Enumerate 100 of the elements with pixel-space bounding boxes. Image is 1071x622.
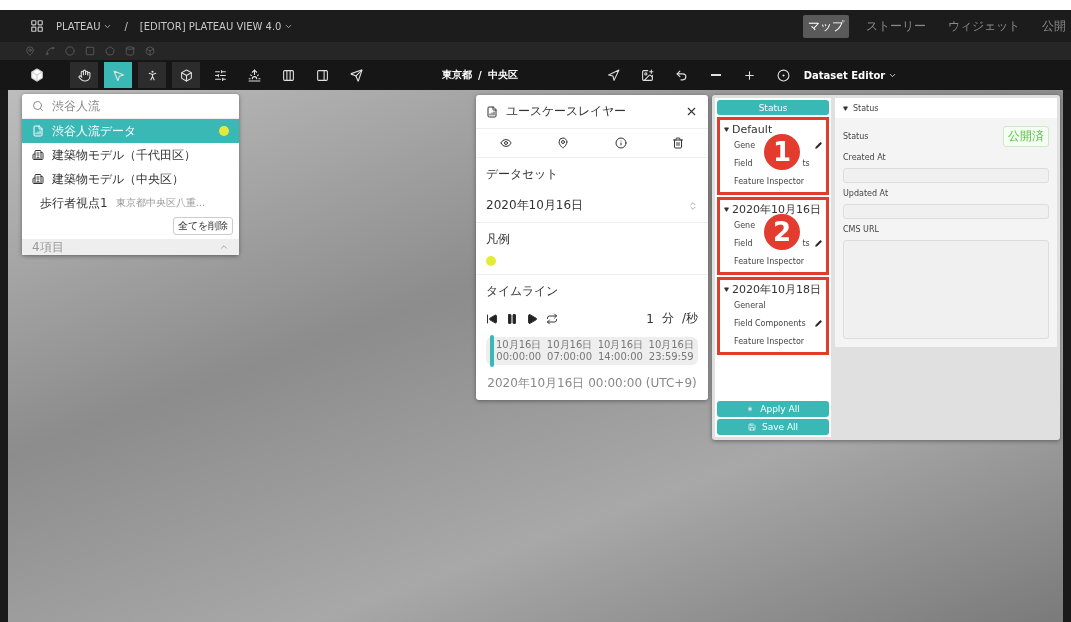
plus-icon xyxy=(743,68,757,82)
cube-icon xyxy=(179,68,193,82)
layer-item[interactable]: 建築物モデル（千代田区） xyxy=(22,143,239,167)
sun-icon xyxy=(247,68,261,82)
field-label: Created At xyxy=(843,153,887,162)
repeat-icon xyxy=(546,312,558,325)
shape-tool-icon xyxy=(25,46,35,56)
eye-icon xyxy=(500,137,512,149)
shape-tool-icon xyxy=(125,46,135,56)
hand-icon xyxy=(77,68,91,82)
editor-item-tail: ts xyxy=(802,158,810,168)
tool-button[interactable] xyxy=(70,62,98,88)
sliders-icon xyxy=(213,68,227,82)
breadcrumb-separator: / xyxy=(124,20,128,32)
layer-name: 建築物モデル（中央区） xyxy=(52,170,184,188)
tick-label: 10月16日 07:00:00 xyxy=(546,338,593,364)
group-title[interactable]: Default xyxy=(732,122,773,136)
field-label: CMS URL xyxy=(843,225,880,234)
project-menu[interactable]: PLATEAU xyxy=(56,20,113,32)
editor-item[interactable]: Feature Inspector xyxy=(734,336,805,346)
search-icon xyxy=(32,100,44,112)
layer-address: 東京都中央区八重... xyxy=(115,196,206,210)
layer-item[interactable]: 建築物モデル（中央区） xyxy=(22,167,239,191)
mode-tab[interactable]: ウィジェット xyxy=(943,14,1025,38)
editor-item[interactable]: Field xyxy=(734,158,753,168)
location-breadcrumb[interactable]: 中央区 xyxy=(487,68,518,82)
arrow-icon xyxy=(607,68,621,82)
section-label: タイムライン xyxy=(486,283,559,300)
cursor-icon xyxy=(111,68,125,82)
layer-name: 建築物モデル（千代田区） xyxy=(52,146,196,164)
panel-title: ユースケースレイヤー xyxy=(506,103,626,120)
chevron-up-icon xyxy=(219,242,229,252)
pause-icon xyxy=(506,312,518,325)
cube-icon xyxy=(30,68,44,82)
editor-item[interactable]: Feature Inspector xyxy=(734,256,805,266)
minus-icon xyxy=(710,74,721,76)
remove-all-button[interactable]: 全てを削除 xyxy=(173,217,233,235)
editor-item[interactable]: Feature Inspector xyxy=(734,176,805,186)
tick-label: 10月16日 23:59:59 xyxy=(648,338,694,364)
scene-menu[interactable]: [EDITOR] PLATEAU VIEW 4.0 xyxy=(139,20,294,32)
location-breadcrumb: / xyxy=(478,69,482,81)
building-icon xyxy=(32,173,44,185)
section-header[interactable]: Status xyxy=(835,98,1057,118)
tick-label: 10月16日 14:00:00 xyxy=(597,338,644,364)
layer-name: 歩行者視点1 xyxy=(40,194,108,212)
current-time: 2020年10月16日 00:00:00 (UTC+9) xyxy=(486,375,698,392)
panel-icon xyxy=(315,68,329,82)
shape-tool-icon xyxy=(45,46,55,56)
shape-tool-icon xyxy=(145,46,155,56)
undo-icon xyxy=(675,68,689,82)
paper-plane-icon xyxy=(349,68,363,82)
location-breadcrumb[interactable]: 東京都 xyxy=(442,68,472,82)
info-icon xyxy=(614,137,627,149)
mode-tab[interactable]: ストーリー xyxy=(861,14,931,38)
pin-icon xyxy=(557,137,570,149)
number-callout: 2 xyxy=(764,214,800,250)
grid-icon xyxy=(30,19,44,33)
search-field[interactable]: 渋谷人流 xyxy=(52,97,100,115)
up-down-icon xyxy=(688,200,698,211)
trash-icon xyxy=(672,137,684,149)
asterisk-icon xyxy=(746,405,755,413)
close-icon xyxy=(685,105,698,118)
caret-icon xyxy=(724,206,729,212)
save-icon xyxy=(747,423,756,431)
group-title[interactable]: 2020年10月18日 xyxy=(732,281,821,297)
editor-item[interactable]: Field Components xyxy=(734,318,806,328)
editor-item[interactable]: Gene xyxy=(734,140,756,150)
caret-icon xyxy=(724,126,729,132)
item-count: 4項目 xyxy=(32,238,64,256)
shape-tool-icon xyxy=(105,46,115,56)
tick-label: 10月16日 00:00:00 xyxy=(496,338,542,364)
status-badge: 公開済 xyxy=(1003,126,1049,147)
tool-button[interactable] xyxy=(172,62,200,88)
field-label: Updated At xyxy=(843,189,890,198)
number-callout: 1 xyxy=(764,134,800,170)
dataset-editor-menu[interactable]: Dataset Editor xyxy=(803,69,898,81)
mode-tab[interactable]: マップ xyxy=(803,14,849,38)
unit-select[interactable]: 分 xyxy=(661,310,674,327)
play-icon xyxy=(526,312,538,325)
editor-item[interactable]: Field xyxy=(734,238,753,248)
section-label: データセット xyxy=(486,166,559,183)
group-title[interactable]: 2020年10月16日 xyxy=(732,201,821,217)
speed-field[interactable]: 1 xyxy=(646,311,654,326)
timeline-thumb[interactable] xyxy=(490,335,495,367)
dataset-select[interactable]: 2020年10月16日 xyxy=(486,197,698,214)
tool-button[interactable] xyxy=(138,62,166,88)
caret-icon xyxy=(724,286,729,292)
mode-tab[interactable]: 公開 xyxy=(1037,14,1071,38)
editor-item-tail: ts xyxy=(802,238,810,248)
layer-name: 渋谷人流データ xyxy=(52,122,136,140)
layer-item[interactable]: 歩行者視点1 東京都中央区八重... xyxy=(22,191,239,215)
editor-item[interactable]: Gene xyxy=(734,220,756,230)
step-back-icon xyxy=(486,312,498,325)
field-label: Status xyxy=(843,132,869,141)
per-second-label: /秒 xyxy=(681,310,698,327)
image-icon xyxy=(641,68,655,82)
editor-item[interactable]: General xyxy=(734,300,766,310)
columns-icon xyxy=(281,68,295,82)
timeline-track[interactable]: 10月16日 00:00:00 10月16日 07:00:00 10月16日 14:00:00 10月16日 23:59:59 xyxy=(486,337,698,365)
building-icon xyxy=(32,149,44,161)
